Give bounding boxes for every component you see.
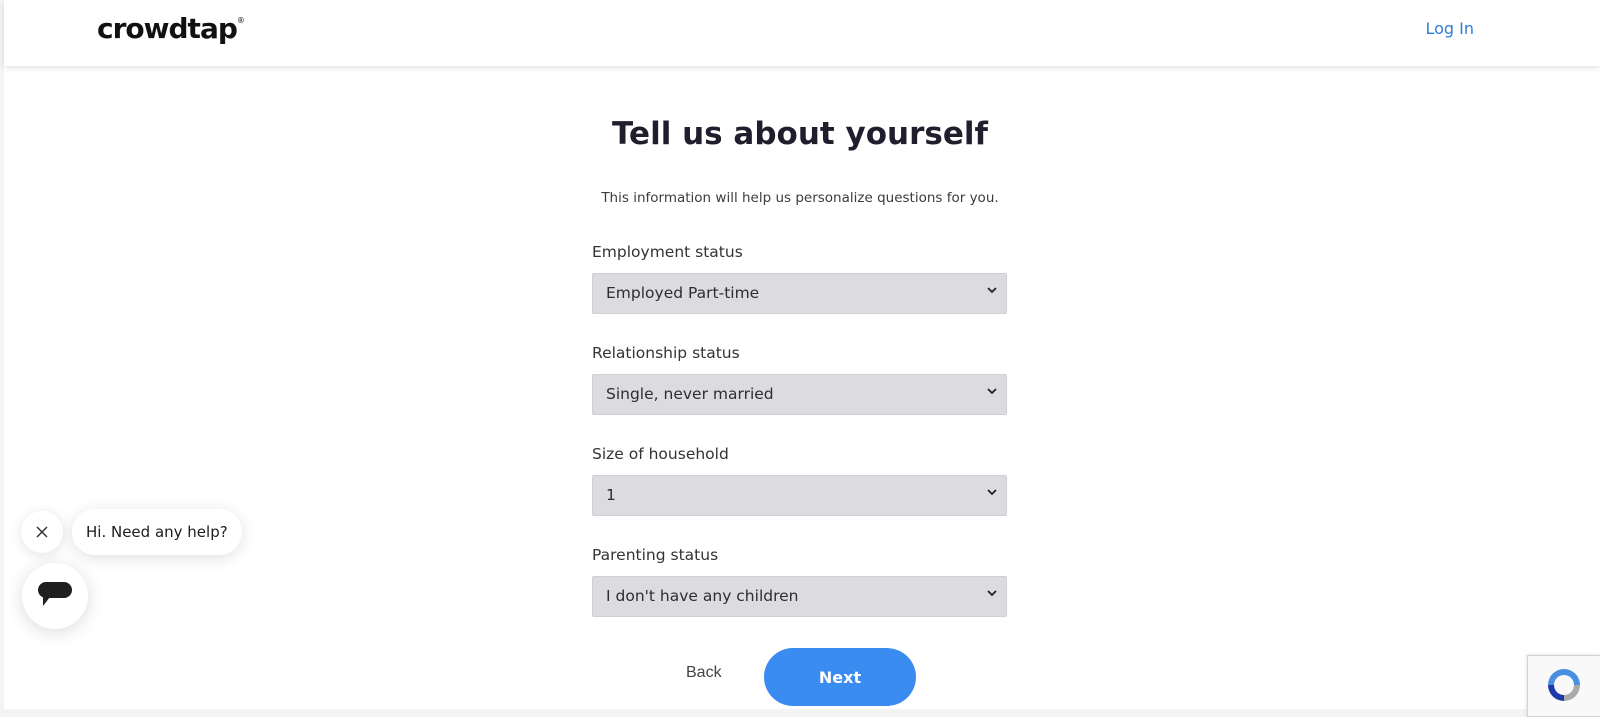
relationship-status-select[interactable]: Single, never married [592,374,1007,415]
parenting-status-field: Parenting status I don't have any childr… [592,545,1007,617]
relationship-status-field: Relationship status Single, never marrie… [592,343,1007,415]
relationship-status-label: Relationship status [592,344,740,362]
logo-text: crowdtap [97,12,238,45]
chat-icon [38,582,72,606]
recaptcha-badge[interactable] [1527,655,1600,717]
parenting-status-label: Parenting status [592,546,719,564]
employment-status-label: Employment status [592,243,743,261]
household-size-label: Size of household [592,445,729,463]
parenting-status-value: I don't have any children [606,587,799,605]
recaptcha-icon [1548,669,1580,701]
chevron-down-icon [987,388,997,395]
household-size-value: 1 [606,486,616,504]
login-link[interactable]: Log In [1425,19,1474,38]
page-subtitle: This information will help us personaliz… [601,190,999,206]
employment-status-select[interactable]: Employed Part-time [592,273,1007,314]
chat-greeting-text: Hi. Need any help? [86,523,228,541]
household-size-field: Size of household 1 [592,444,1007,516]
chevron-down-icon [987,287,997,294]
employment-status-value: Employed Part-time [606,284,760,302]
next-button[interactable]: Next [764,648,916,706]
chevron-down-icon [987,489,997,496]
close-icon [36,526,48,538]
crowdtap-logo[interactable]: crowdtap® [97,12,245,45]
chat-greeting-bubble[interactable]: Hi. Need any help? [72,509,242,555]
relationship-status-value: Single, never married [606,385,774,403]
logo-registered-mark: ® [236,16,245,25]
employment-status-field: Employment status Employed Part-time [592,242,1007,314]
parenting-status-select[interactable]: I don't have any children [592,576,1007,617]
chat-launcher-button[interactable] [22,563,88,629]
back-button[interactable]: Back [686,664,722,682]
page-title: Tell us about yourself [612,116,988,152]
household-size-select[interactable]: 1 [592,475,1007,516]
chevron-down-icon [987,590,997,597]
chat-close-button[interactable] [21,511,63,553]
top-header: crowdtap® Log In [4,0,1600,66]
